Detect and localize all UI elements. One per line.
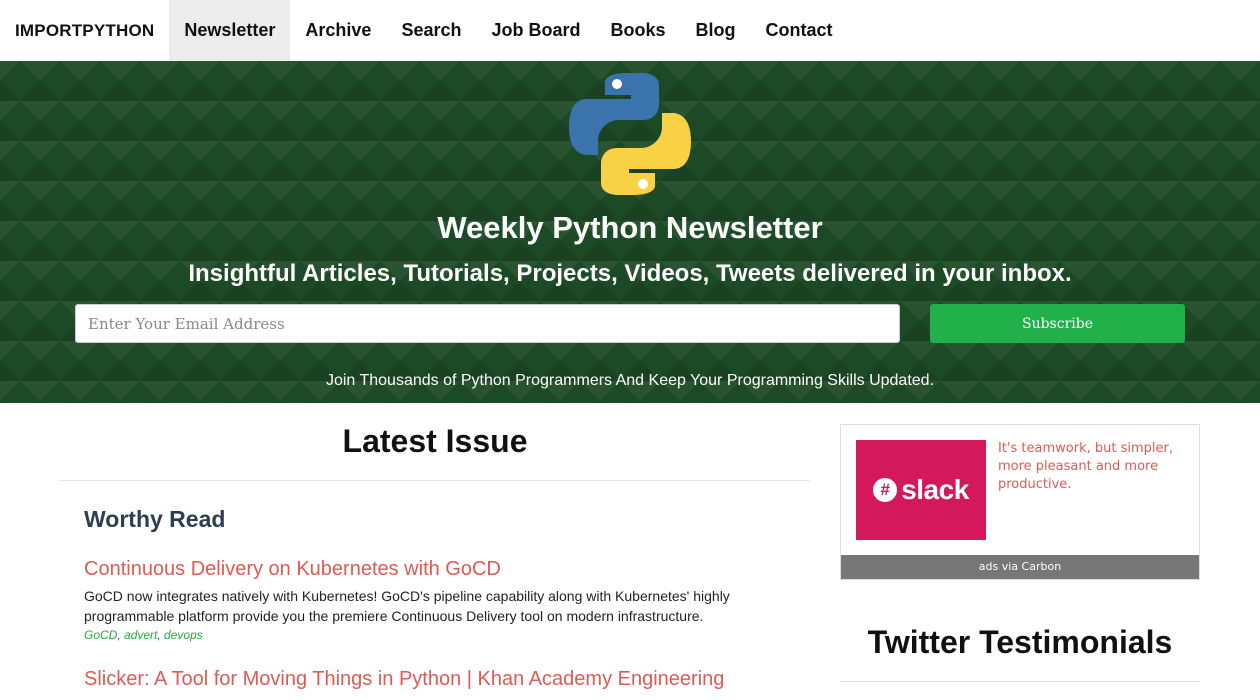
nav-item-archive[interactable]: Archive — [290, 0, 386, 61]
slack-wordmark: slack — [901, 474, 969, 505]
ad-footer-link[interactable]: ads via Carbon — [841, 555, 1199, 579]
article-description: GoCD now integrates natively with Kubern… — [84, 588, 730, 624]
nav-item-contact[interactable]: Contact — [751, 0, 848, 61]
tag-link[interactable]: advert — [124, 628, 157, 642]
email-input[interactable] — [75, 304, 900, 343]
article-item: Slicker: A Tool for Moving Things in Pyt… — [84, 668, 784, 691]
hero-subtitle: Insightful Articles, Tutorials, Projects… — [188, 260, 1072, 287]
article-title-link[interactable]: Slicker: A Tool for Moving Things in Pyt… — [84, 668, 784, 691]
ad-text-link[interactable]: It's teamwork, but simpler, more pleasan… — [998, 440, 1188, 494]
slack-hash-icon: # — [873, 478, 898, 502]
carbon-ad: # slack It's teamwork, but simpler, more… — [840, 424, 1200, 580]
hero-title: Weekly Python Newsletter — [437, 210, 823, 245]
subscribe-button[interactable]: Subscribe — [930, 304, 1185, 343]
nav-item-job-board[interactable]: Job Board — [477, 0, 596, 61]
article-title-link[interactable]: Continuous Delivery on Kubernetes with G… — [84, 558, 784, 581]
article-item: Continuous Delivery on Kubernetes with G… — [84, 558, 784, 642]
top-navbar: IMPORTPYTHON Newsletter Archive Search J… — [0, 0, 1260, 61]
divider — [840, 681, 1200, 682]
brand-logo-link[interactable]: IMPORTPYTHON — [0, 0, 169, 61]
nav-item-newsletter[interactable]: Newsletter — [169, 0, 291, 61]
nav-item-blog[interactable]: Blog — [681, 0, 751, 61]
nav-item-search[interactable]: Search — [386, 0, 476, 61]
tag-link[interactable]: GoCD — [84, 628, 117, 642]
hero-banner: Weekly Python Newsletter Insightful Arti… — [0, 61, 1260, 403]
tag-link[interactable]: devops — [164, 628, 203, 642]
article-tags: GoCD, advert, devops — [84, 628, 784, 642]
hero-note: Join Thousands of Python Programmers And… — [325, 372, 935, 389]
divider — [60, 480, 810, 481]
section-title-worthy-read: Worthy Read — [84, 506, 226, 532]
twitter-testimonials-title: Twitter Testimonials — [867, 624, 1173, 660]
ad-image-slack[interactable]: # slack — [856, 440, 986, 540]
latest-issue-title: Latest Issue — [342, 423, 528, 459]
tag-separator: , — [117, 628, 125, 642]
python-logo-icon — [569, 73, 691, 195]
nav-item-books[interactable]: Books — [596, 0, 681, 61]
